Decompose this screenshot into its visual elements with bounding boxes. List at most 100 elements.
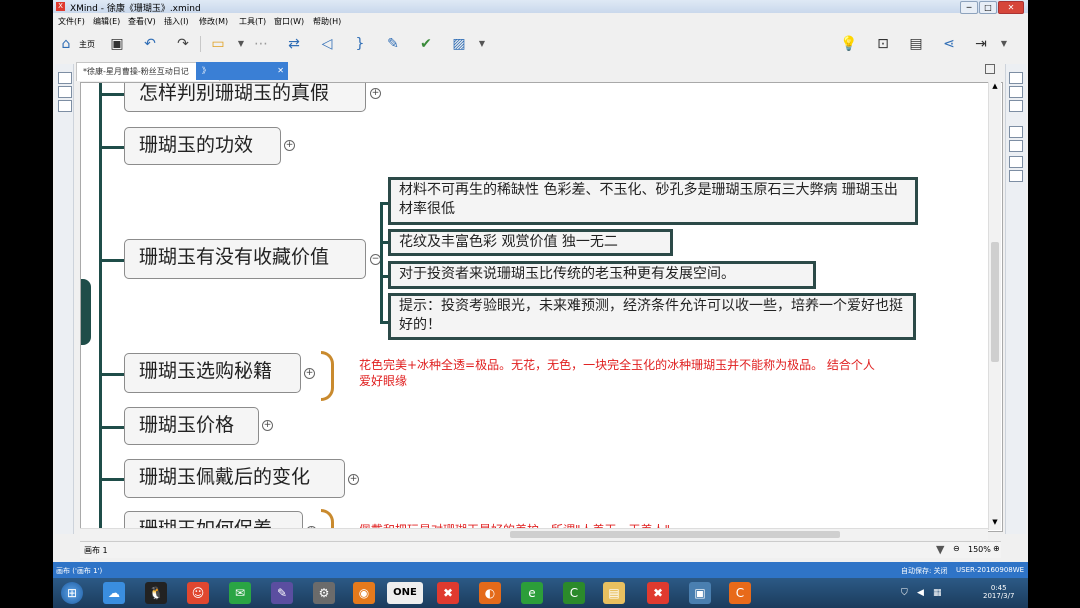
presentation-icon[interactable]: ⊡ — [873, 34, 893, 54]
browser-app-icon[interactable]: ◉ — [353, 582, 375, 604]
menu-view[interactable]: 查看(V) — [128, 16, 156, 27]
undo-icon[interactable]: ↶ — [140, 34, 160, 54]
title-bar: X XMind - 徐康《珊瑚玉》.xmind ─ □ ✕ — [53, 0, 1028, 14]
properties-icon[interactable] — [1009, 72, 1023, 84]
idea-icon[interactable]: 💡 — [839, 34, 859, 54]
menu-help[interactable]: 帮助(H) — [313, 16, 341, 27]
home-icon[interactable]: ⌂ — [56, 34, 76, 54]
overview-icon[interactable] — [58, 100, 72, 112]
wechat-icon[interactable]: ✉ — [229, 582, 251, 604]
horizontal-scroll-thumb[interactable] — [510, 531, 840, 538]
comments-icon[interactable] — [1009, 140, 1023, 152]
sheet-tab[interactable]: 画布 1 — [84, 545, 108, 556]
scroll-up-icon[interactable]: ▲ — [990, 82, 1000, 92]
status-sheet: 画布 ('画布 1') — [56, 567, 103, 575]
topic-icon[interactable]: ▭ — [208, 34, 228, 54]
menu-edit[interactable]: 编辑(E) — [93, 16, 120, 27]
export-icon[interactable]: ⇥ — [971, 34, 991, 54]
zoom-in-icon[interactable]: ⊕ — [993, 544, 1000, 553]
display-app-icon[interactable]: ▣ — [689, 582, 711, 604]
user-status: USER-20160908WE — [956, 566, 1025, 574]
menu-tools[interactable]: 工具(T) — [239, 16, 266, 27]
autosave-status[interactable]: 自动保存: 关闭 — [901, 566, 948, 576]
topic-authenticity[interactable]: 怎样判别珊瑚玉的真假 — [124, 83, 366, 112]
redo-icon[interactable]: ↷ — [173, 34, 193, 54]
chevron-down-icon[interactable]: ▼ — [472, 34, 492, 54]
zoom-level[interactable]: 150% — [968, 545, 991, 554]
outline-icon[interactable] — [58, 86, 72, 98]
subtopic-pattern[interactable]: 花纹及丰富色彩 观赏价值 独一无二 — [388, 229, 673, 256]
topic-efficacy[interactable]: 珊瑚玉的功效 — [124, 127, 281, 165]
app-icon[interactable]: ☺ — [187, 582, 209, 604]
relationship-icon[interactable]: ⇄ — [284, 34, 304, 54]
tray-shield-icon[interactable]: ⛉ — [901, 588, 908, 598]
topic-collection-value[interactable]: 珊瑚玉有没有收藏价值 — [124, 239, 366, 279]
task-icon[interactable]: ✔ — [416, 34, 436, 54]
camtasia-green-icon[interactable]: C — [563, 582, 585, 604]
subtopic-icon[interactable]: ⋯ — [251, 34, 271, 54]
menu-window[interactable]: 窗口(W) — [274, 16, 304, 27]
tab-active[interactable]: 》 ✕ — [196, 62, 288, 80]
history-icon[interactable] — [1009, 170, 1023, 182]
menu-modify[interactable]: 修改(M) — [199, 16, 228, 27]
chevron-down-icon[interactable]: ▼ — [994, 34, 1014, 54]
xmind-window-icon[interactable]: ✖ — [647, 582, 669, 604]
menu-insert[interactable]: 插入(I) — [164, 16, 189, 27]
horizontal-scrollbar[interactable] — [80, 528, 988, 540]
volume-icon[interactable]: ◀ — [917, 588, 924, 598]
subtopic-scarcity[interactable]: 材料不可再生的稀缺性 色彩差、不玉化、砂孔多是珊瑚玉原石三大弊病 珊瑚玉出材率很… — [388, 177, 918, 225]
firefox-icon[interactable]: ◐ — [479, 582, 501, 604]
close-tab-icon[interactable]: ✕ — [277, 62, 284, 80]
topic-wearing-changes[interactable]: 珊瑚玉佩戴后的变化 — [124, 459, 345, 498]
branch-connector — [99, 146, 124, 149]
tool-app-icon[interactable]: ⚙ — [313, 582, 335, 604]
notes-icon[interactable] — [1009, 126, 1023, 138]
expand-icon[interactable]: + — [370, 88, 381, 99]
menu-file[interactable]: 文件(F) — [58, 16, 85, 27]
search-icon[interactable] — [1009, 100, 1023, 112]
xmind-window: X XMind - 徐康《珊瑚玉》.xmind ─ □ ✕ 文件(F) 编辑(E… — [53, 0, 1028, 578]
zoom-out-icon[interactable]: ⊖ — [953, 544, 960, 553]
window-layout-icon[interactable]: ▤ — [906, 34, 926, 54]
clock[interactable]: 0:45 2017/3/7 — [983, 584, 1014, 600]
vertical-scroll-thumb[interactable] — [991, 242, 999, 362]
ie-browser-icon[interactable]: e — [521, 582, 543, 604]
expand-icon[interactable]: + — [348, 474, 359, 485]
qq-icon[interactable]: 🐧 — [145, 582, 167, 604]
minimize-panel-icon[interactable] — [58, 72, 72, 84]
expand-icon[interactable]: + — [262, 420, 273, 431]
brush-app-icon[interactable]: ✎ — [271, 582, 293, 604]
summary-icon[interactable]: } — [350, 34, 370, 54]
save-icon[interactable]: ▣ — [107, 34, 127, 54]
subtopic-hint[interactable]: 提示：投资考验眼光，未来难预测，经济条件允许可以收一些，培养一个爱好也挺好的！ — [388, 293, 916, 340]
markers-icon[interactable] — [1009, 86, 1023, 98]
branch-connector — [99, 426, 124, 429]
camtasia-orange-icon[interactable]: C — [729, 582, 751, 604]
vertical-scrollbar[interactable]: ▲ ▼ — [988, 82, 1001, 530]
network-icon[interactable]: ▦ — [933, 588, 942, 598]
file-explorer-icon[interactable]: ▤ — [603, 582, 625, 604]
filter-icon[interactable]: ▼ — [936, 543, 944, 556]
topic-price[interactable]: 珊瑚玉价格 — [124, 407, 259, 445]
expand-icon[interactable]: + — [284, 140, 295, 151]
one-app-button[interactable]: ONE — [387, 582, 423, 604]
label-icon[interactable]: ✎ — [383, 34, 403, 54]
start-button[interactable]: ⊞ — [61, 582, 83, 604]
editor-tab-strip: *徐康-星月曹操-粉丝互动日记 》 ✕ — [53, 60, 1028, 82]
home-label[interactable]: 主页 — [79, 39, 95, 50]
scroll-down-icon[interactable]: ▼ — [990, 518, 1000, 528]
styles-icon[interactable] — [1009, 156, 1023, 168]
callout-icon[interactable]: ◁ — [317, 34, 337, 54]
baidu-cloud-icon[interactable]: ☁ — [103, 582, 125, 604]
share-icon[interactable]: ⋖ — [939, 34, 959, 54]
xmind-taskbar-icon[interactable]: ✖ — [437, 582, 459, 604]
summary-note-buying[interactable]: 花色完美+冰种全透=极品。无花，无色，一块完全玉化的冰种珊瑚玉并不能称为极品。 … — [359, 357, 879, 389]
maximize-editor-icon[interactable] — [985, 64, 995, 74]
mindmap-canvas[interactable]: 怎样判别珊瑚玉的真假 + 珊瑚玉的功效 + 珊瑚玉有没有收藏价值 − 珊瑚玉选购… — [80, 82, 1003, 532]
subtopic-investment[interactable]: 对于投资者来说珊瑚玉比传统的老玉种更有发展空间。 — [388, 261, 816, 289]
expand-icon[interactable]: + — [304, 368, 315, 379]
xmind-logo-icon: X — [56, 2, 65, 11]
image-icon[interactable]: ▨ — [449, 34, 469, 54]
chevron-down-icon[interactable]: ▼ — [231, 34, 251, 54]
topic-buying-tips[interactable]: 珊瑚玉选购秘籍 — [124, 353, 301, 393]
